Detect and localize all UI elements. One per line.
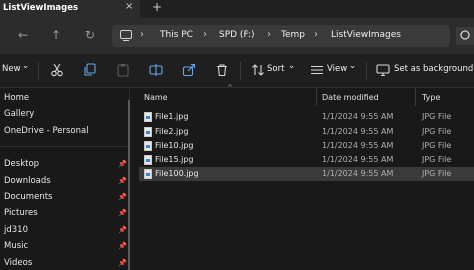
chevron-right-icon[interactable]: › — [203, 29, 207, 40]
sidebar-item-music[interactable]: Music — [4, 241, 28, 251]
up-icon[interactable]: ↑ — [51, 29, 61, 41]
share-icon[interactable] — [182, 63, 196, 77]
table-row[interactable]: File2.jpg 1/1/2024 9:55 AM JPG File — [139, 125, 474, 139]
breadcrumb-listviewimages[interactable]: ListViewImages — [331, 30, 401, 40]
file-type: JPG File — [422, 155, 452, 164]
image-file-icon — [144, 127, 152, 137]
image-file-icon — [144, 141, 152, 151]
file-date: 1/1/2024 9:55 AM — [322, 141, 394, 150]
chevron-right-icon[interactable]: › — [314, 29, 318, 40]
column-header-name[interactable]: Name — [144, 93, 168, 102]
column-header-date[interactable]: Date modified — [322, 93, 379, 102]
divider — [38, 62, 39, 80]
new-button[interactable]: New — [2, 64, 21, 74]
column-divider[interactable] — [316, 88, 317, 106]
file-type: JPG File — [422, 112, 452, 121]
pin-icon: 📌 — [118, 193, 127, 201]
new-tab-icon[interactable]: + — [152, 0, 162, 14]
table-row-selected[interactable]: File100.jpg 1/1/2024 9:55 AM JPG File — [139, 167, 474, 181]
pin-icon: 📌 — [118, 209, 127, 217]
file-date: 1/1/2024 9:55 AM — [322, 112, 394, 121]
sidebar-item-videos[interactable]: Videos — [4, 258, 32, 268]
breadcrumb-temp[interactable]: Temp — [281, 30, 305, 40]
tab-bar: ListViewImages × + — [0, 0, 474, 18]
column-divider[interactable] — [415, 88, 416, 106]
pin-icon: 📌 — [118, 259, 127, 267]
view-button[interactable]: View — [327, 64, 347, 74]
breadcrumb-drive[interactable]: SPD (F:) — [219, 30, 254, 40]
refresh-icon[interactable]: ↻ — [85, 29, 95, 41]
chevron-right-icon: › — [140, 29, 144, 40]
table-row[interactable]: File1.jpg 1/1/2024 9:55 AM JPG File — [139, 110, 474, 124]
sidebar-item-home[interactable]: Home — [4, 93, 29, 103]
pin-icon: 📌 — [118, 160, 127, 168]
pin-icon: 📌 — [118, 226, 127, 234]
image-file-icon — [144, 112, 152, 122]
file-name: File1.jpg — [155, 112, 189, 121]
search-icon[interactable] — [454, 27, 474, 45]
file-name: File10.jpg — [155, 141, 194, 150]
breadcrumb-this-pc[interactable]: This PC — [160, 30, 193, 40]
column-header-type[interactable]: Type — [422, 93, 440, 102]
file-name: File100.jpg — [155, 169, 199, 178]
image-file-icon — [144, 169, 152, 179]
file-name: File2.jpg — [155, 127, 189, 136]
copy-icon[interactable] — [83, 63, 97, 77]
file-name: File15.jpg — [155, 155, 194, 164]
sidebar-item-gallery[interactable]: Gallery — [4, 109, 34, 119]
file-type: JPG File — [422, 127, 452, 136]
chevron-down-icon[interactable]: ⌄ — [22, 61, 29, 71]
navigation-bar: ← ↑ ↻ › This PC › SPD (F:) › Temp › List… — [0, 18, 474, 54]
sidebar-item-jd310[interactable]: jd310 — [4, 225, 28, 235]
tab-title: ListViewImages — [3, 3, 79, 13]
sidebar-item-documents[interactable]: Documents — [4, 192, 52, 202]
table-row[interactable]: File15.jpg 1/1/2024 9:55 AM JPG File — [139, 153, 474, 167]
chevron-down-icon[interactable]: ⌄ — [288, 61, 295, 71]
navigation-pane: Home Gallery OneDrive - Personal Desktop… — [0, 88, 130, 270]
computer-icon — [120, 30, 132, 42]
set-as-background-button[interactable]: Set as background — [394, 64, 473, 74]
view-icon[interactable] — [310, 63, 324, 77]
chevron-down-icon[interactable]: ⌄ — [349, 61, 356, 71]
file-list: ^ Name Date modified Type File1.jpg 1/1/… — [131, 84, 474, 270]
delete-icon[interactable] — [215, 63, 229, 77]
file-type: JPG File — [422, 141, 452, 150]
sidebar-item-downloads[interactable]: Downloads — [4, 176, 51, 186]
sort-ascending-icon: ^ — [227, 84, 233, 92]
sidebar-item-desktop[interactable]: Desktop — [4, 159, 39, 169]
paste-icon[interactable] — [116, 63, 130, 77]
rename-icon[interactable] — [149, 63, 163, 77]
pin-icon: 📌 — [118, 177, 127, 185]
chevron-right-icon[interactable]: › — [267, 29, 271, 40]
file-date: 1/1/2024 9:55 AM — [322, 127, 394, 136]
command-bar: New ⌄ Sort ⌄ View ⌄ Set as background — [0, 54, 474, 88]
table-row[interactable]: File10.jpg 1/1/2024 9:55 AM JPG File — [139, 139, 474, 153]
sidebar-item-pictures[interactable]: Pictures — [4, 208, 38, 218]
scrollbar[interactable] — [128, 100, 130, 270]
back-icon[interactable]: ← — [18, 29, 28, 41]
close-icon[interactable]: × — [125, 1, 133, 12]
sort-button[interactable]: Sort — [267, 64, 284, 74]
divider — [366, 62, 367, 80]
tab-listviewimages[interactable]: ListViewImages × — [0, 0, 140, 18]
pin-icon: 📌 — [118, 242, 127, 250]
file-date: 1/1/2024 9:55 AM — [322, 155, 394, 164]
divider — [0, 146, 130, 147]
cut-icon[interactable] — [50, 63, 64, 77]
divider — [240, 62, 241, 80]
background-icon[interactable] — [376, 63, 390, 77]
file-date: 1/1/2024 9:55 AM — [322, 169, 394, 178]
address-bar[interactable]: › This PC › SPD (F:) › Temp › ListViewIm… — [112, 25, 450, 47]
file-type: JPG File — [422, 169, 452, 178]
image-file-icon — [144, 155, 152, 165]
sidebar-item-onedrive[interactable]: OneDrive - Personal — [4, 126, 89, 136]
sort-icon[interactable] — [251, 63, 265, 77]
